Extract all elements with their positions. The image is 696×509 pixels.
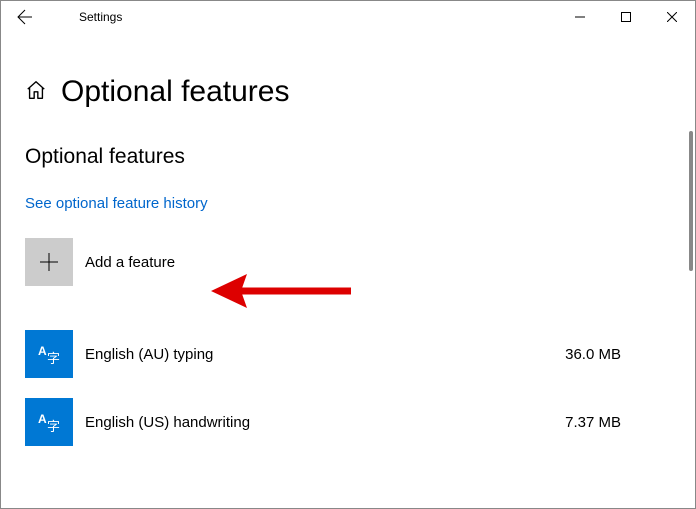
plus-icon xyxy=(25,238,73,286)
titlebar: Settings xyxy=(1,1,695,33)
home-icon[interactable] xyxy=(25,79,47,106)
scrollbar[interactable] xyxy=(689,131,693,271)
svg-text:字: 字 xyxy=(47,419,60,434)
minimize-button[interactable] xyxy=(557,1,603,33)
back-arrow-icon xyxy=(17,9,33,25)
feature-history-link[interactable]: See optional feature history xyxy=(25,195,208,212)
section-subheading: Optional features xyxy=(25,145,671,169)
back-button[interactable] xyxy=(1,1,49,33)
close-icon xyxy=(667,12,677,22)
svg-text:A: A xyxy=(38,412,47,426)
feature-item[interactable]: A字 English (AU) typing 36.0 MB xyxy=(25,326,671,382)
feature-name: English (US) handwriting xyxy=(85,414,565,431)
add-feature-label: Add a feature xyxy=(85,254,175,271)
maximize-icon xyxy=(621,12,631,22)
svg-text:A: A xyxy=(38,344,47,358)
minimize-icon xyxy=(575,12,585,22)
feature-size: 36.0 MB xyxy=(565,346,621,363)
language-icon: A字 xyxy=(25,330,73,378)
page-heading-row: Optional features xyxy=(25,75,671,109)
svg-text:字: 字 xyxy=(47,351,60,366)
feature-size: 7.37 MB xyxy=(565,414,621,431)
language-icon: A字 xyxy=(25,398,73,446)
close-button[interactable] xyxy=(649,1,695,33)
window-title: Settings xyxy=(49,10,122,24)
maximize-button[interactable] xyxy=(603,1,649,33)
feature-item[interactable]: A字 English (US) handwriting 7.37 MB xyxy=(25,394,671,450)
feature-name: English (AU) typing xyxy=(85,346,565,363)
add-feature-button[interactable]: Add a feature xyxy=(25,238,671,286)
page-title: Optional features xyxy=(61,75,289,109)
